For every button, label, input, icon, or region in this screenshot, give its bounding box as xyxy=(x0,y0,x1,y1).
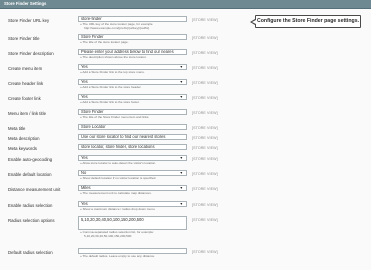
chevron-down-icon: ▼ xyxy=(179,80,183,84)
select-value: Miles xyxy=(81,185,91,190)
setting-note: » The measurement unit to calculate map … xyxy=(80,191,152,195)
scope-label: [STORE VIEW] xyxy=(192,126,218,130)
setting-label: Enable radius selection xyxy=(8,203,53,208)
setting-label: Store Finder title xyxy=(8,36,40,41)
section-header[interactable]: Store Finder Settings xyxy=(0,0,371,9)
setting-label: Create menu item xyxy=(8,66,43,71)
settings-form: Store Finder URL key store-finder » The … xyxy=(0,9,371,270)
setting-label: Store Finder URL key xyxy=(8,18,50,23)
chevron-down-icon: ▼ xyxy=(179,186,183,190)
setting-label: Distance measurement unit xyxy=(8,187,61,192)
setting-note: » The default radius. Leave empty to use… xyxy=(80,254,156,258)
select-value: No xyxy=(81,170,87,175)
scope-label: [STORE VIEW] xyxy=(192,172,218,176)
setting-note: » Add a Store Finder link to the store h… xyxy=(80,85,142,89)
setting-note: » The title of the Store Finder menu ite… xyxy=(80,115,150,119)
setting-note: » The description shown above the store … xyxy=(80,55,147,59)
setting-label: Meta keywords xyxy=(8,146,37,151)
setting-label: Default radius selection xyxy=(8,250,53,255)
scope-label: [STORE VIEW] xyxy=(192,111,218,115)
setting-note: » Show a maximum distance / radius drop … xyxy=(80,207,156,211)
chevron-down-icon: ▼ xyxy=(179,95,183,99)
scope-label: [STORE VIEW] xyxy=(192,157,218,161)
setting-note: » Allow store locator to auto-detect the… xyxy=(80,161,157,165)
scope-label: [STORE VIEW] xyxy=(192,36,218,40)
setting-label: Create header link xyxy=(8,81,44,86)
scope-label: [STORE VIEW] xyxy=(192,96,218,100)
callout-tooltip: Configure the Store Finder page settings… xyxy=(250,15,361,28)
setting-label: Store Finder description xyxy=(8,51,54,56)
setting-note: » Show default location if no visitor lo… xyxy=(80,176,157,180)
scope-label: [STORE VIEW] xyxy=(192,81,218,85)
setting-note: » The title of the store locator page. xyxy=(80,40,129,44)
select-value: Yes xyxy=(81,155,88,160)
scope-label: [STORE VIEW] xyxy=(192,51,218,55)
chevron-down-icon: ▼ xyxy=(179,156,183,160)
callout-text: Configure the Store Finder page settings… xyxy=(256,18,360,24)
scope-label: [STORE VIEW] xyxy=(192,218,218,222)
setting-label: Meta title xyxy=(8,126,26,131)
select-value: Yes xyxy=(81,94,88,99)
section-title: Store Finder Settings xyxy=(4,1,47,6)
setting-note: » Add a Store Finder link to the store f… xyxy=(80,100,140,104)
setting-label: Enable default location xyxy=(8,172,52,177)
scope-label: [STORE VIEW] xyxy=(192,66,218,70)
scope-label: [STORE VIEW] xyxy=(192,136,218,140)
setting-label: Enable auto-geocoding xyxy=(8,157,53,162)
meta-description-input[interactable]: Use our store locator to find our neares… xyxy=(78,134,187,140)
scope-label: [STORE VIEW] xyxy=(192,203,218,207)
setting-label: Meta description xyxy=(8,136,40,141)
scope-label: [STORE VIEW] xyxy=(192,146,218,150)
chevron-down-icon: ▼ xyxy=(179,171,183,175)
radius-options-textarea[interactable]: 5,10,20,30,40,50,100,150,200,500 xyxy=(78,216,187,230)
select-value: Yes xyxy=(81,201,88,206)
setting-note: http://www.example.com/{prefix}/{urlkey}… xyxy=(84,26,150,30)
select-value: Yes xyxy=(81,79,88,84)
setting-label: Menu item / link title xyxy=(8,111,46,116)
scope-label: [STORE VIEW] xyxy=(192,18,218,22)
setting-label: Create footer link xyxy=(8,96,41,101)
chevron-down-icon: ▼ xyxy=(179,202,183,206)
meta-title-input[interactable]: Store Locator xyxy=(78,124,187,130)
setting-note: » Add a Store Finder link to the top sto… xyxy=(80,70,145,74)
scope-label: [STORE VIEW] xyxy=(192,187,218,191)
meta-keywords-input[interactable]: store locator, store finder, store locat… xyxy=(78,144,187,150)
select-value: Yes xyxy=(81,64,88,69)
setting-note: 5,10,20,30,40,50,100,150,200,500 xyxy=(84,234,132,238)
scope-label: [STORE VIEW] xyxy=(192,250,218,254)
setting-label: Radius selection options xyxy=(8,218,55,223)
chevron-down-icon: ▼ xyxy=(179,65,183,69)
